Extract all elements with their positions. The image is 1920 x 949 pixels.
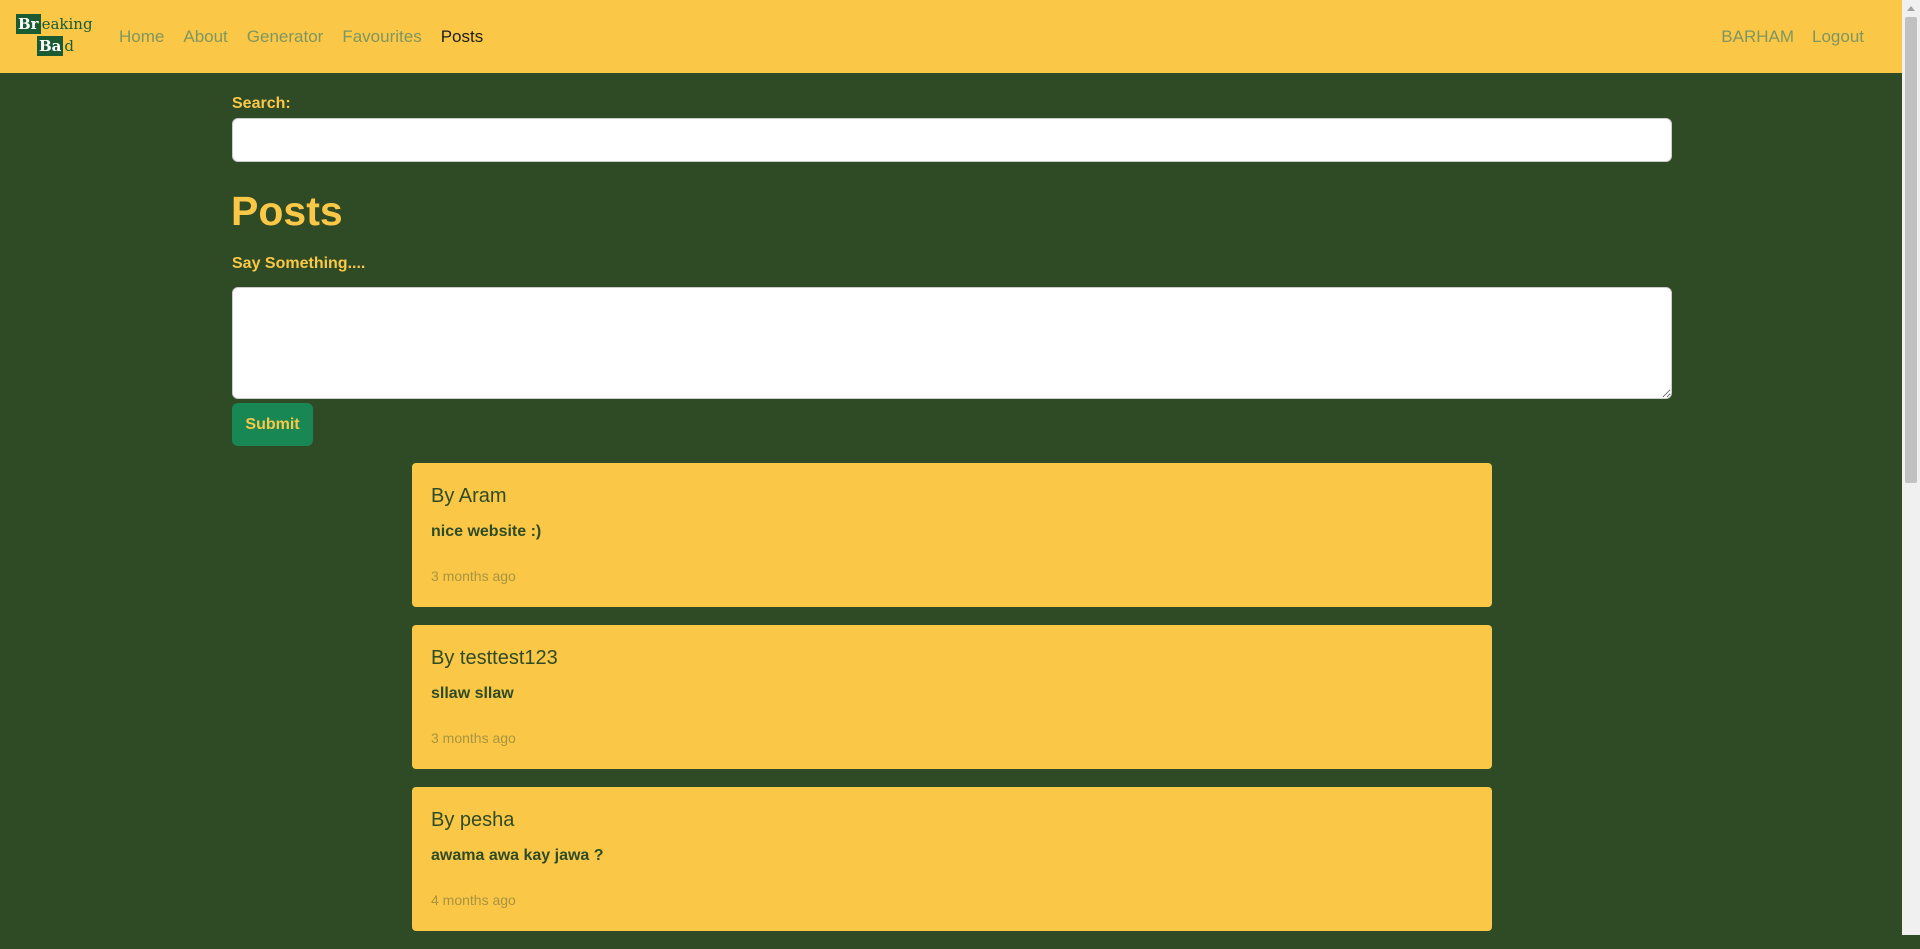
post-card: By pesha awama awa kay jawa ? 4 months a… [412,787,1492,931]
scroll-thumb[interactable] [1905,17,1917,483]
brand-row-1: Br eaking [16,14,93,34]
brand-text-eaking: eaking [41,15,93,33]
nav-link-about[interactable]: About [183,27,227,47]
post-timestamp: 4 months ago [431,892,516,908]
search-label: Search: [232,95,291,112]
brand-row-2: Ba d [37,36,74,56]
brand-text-d: d [64,37,75,55]
scroll-up-arrow-icon[interactable] [1907,6,1915,11]
brand-element-ba: Ba [37,36,64,56]
post-author: By testtest123 [431,647,558,669]
compose-textarea[interactable] [232,287,1672,399]
brand-element-br: Br [16,14,41,34]
page-scrollbar[interactable] [1902,0,1920,935]
logout-link[interactable]: Logout [1812,27,1864,47]
navbar: Br eaking Ba d Home About Generator Favour… [0,0,1902,73]
post-card: By Aram nice website :) 3 months ago [412,463,1492,607]
search-input[interactable] [232,118,1672,162]
compose-label: Say Something.... [232,255,366,272]
nav-user-area: BARHAM Logout [1703,0,1864,73]
submit-button[interactable]: Submit [232,403,313,446]
post-author: By Aram [431,485,507,507]
post-body: nice website :) [431,523,542,540]
post-body: awama awa kay jawa ? [431,847,604,864]
nav-user-name[interactable]: BARHAM [1721,27,1794,47]
nav-link-posts[interactable]: Posts [441,27,484,47]
nav-link-generator[interactable]: Generator [247,27,324,47]
nav-link-favourites[interactable]: Favourites [342,27,421,47]
posts-list: By Aram nice website :) 3 months ago By … [412,463,1492,949]
post-timestamp: 3 months ago [431,730,516,746]
post-timestamp: 3 months ago [431,568,516,584]
page-title: Posts [231,188,343,234]
nav-links: Home About Generator Favourites Posts [119,0,502,73]
brand-logo[interactable]: Br eaking Ba d [16,14,93,58]
post-body: sllaw sllaw [431,685,514,702]
post-card: By testtest123 sllaw sllaw 3 months ago [412,625,1492,769]
post-author: By pesha [431,809,515,831]
nav-link-home[interactable]: Home [119,27,164,47]
